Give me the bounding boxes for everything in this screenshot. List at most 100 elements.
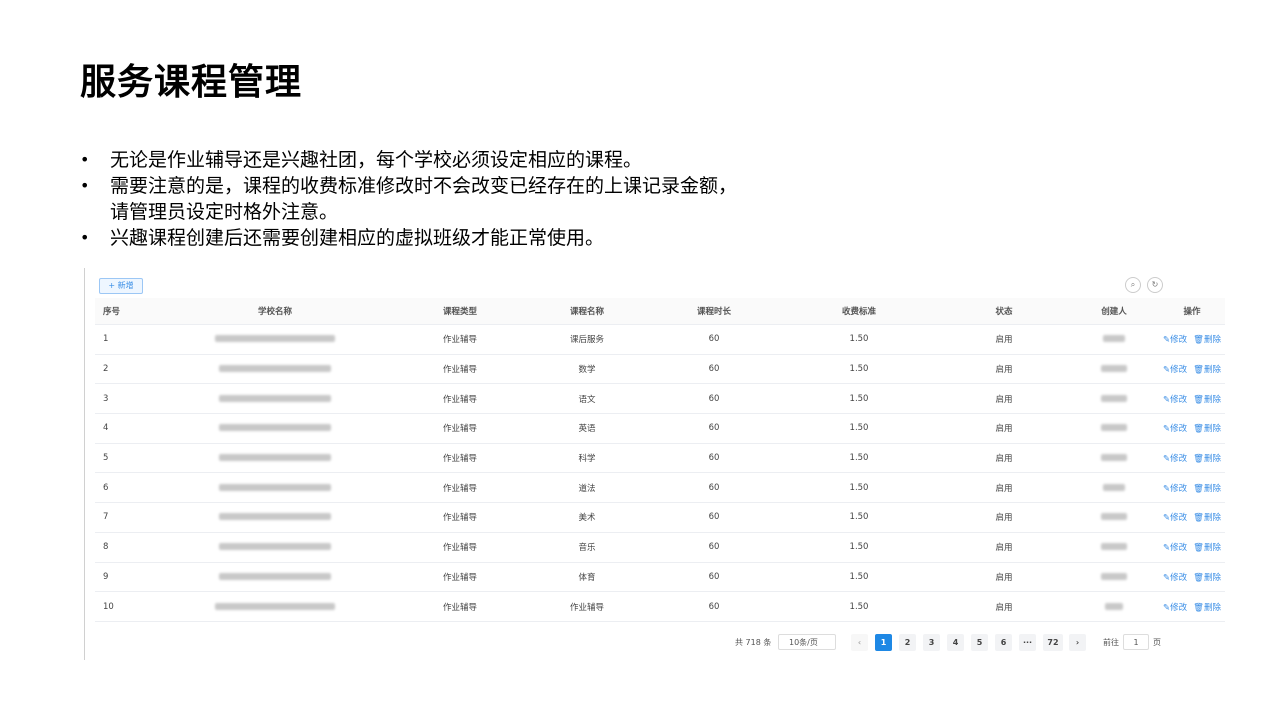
bullet-text: 兴趣课程创建后还需要创建相应的虚拟班级才能正常使用。 (110, 227, 605, 249)
cell-actions: ✎修改 🗑删除 (1159, 591, 1225, 622)
table-row: 6 作业辅导 道法 60 1.50 启用 ✎修改 🗑删除 (95, 472, 1225, 504)
delete-button[interactable]: 🗑删除 (1193, 454, 1221, 464)
page-button[interactable]: 5 (971, 634, 988, 651)
delete-button[interactable]: 🗑删除 (1193, 365, 1221, 375)
cell-duration: 60 (649, 502, 779, 533)
edit-button[interactable]: ✎修改 (1163, 424, 1187, 434)
search-icon[interactable]: ⌕ (1125, 277, 1141, 293)
cell-actions: ✎修改 🗑删除 (1159, 443, 1225, 474)
cell-course-name: 道法 (525, 472, 649, 504)
goto-page-input[interactable]: 1 (1123, 634, 1149, 650)
cell-creator (1069, 562, 1159, 593)
cell-school-name (155, 502, 395, 533)
cell-status: 启用 (939, 354, 1069, 385)
edit-button[interactable]: ✎修改 (1163, 335, 1187, 345)
table-row: 5 作业辅导 科学 60 1.50 启用 ✎修改 🗑删除 (95, 443, 1225, 474)
cell-duration: 60 (649, 324, 779, 355)
delete-button[interactable]: 🗑删除 (1193, 424, 1221, 434)
cell-fee: 1.50 (779, 354, 939, 385)
cell-fee: 1.50 (779, 324, 939, 355)
cell-fee: 1.50 (779, 443, 939, 474)
cell-school-name (155, 532, 395, 563)
cell-course-name: 英语 (525, 413, 649, 444)
page-button[interactable]: 1 (875, 634, 892, 651)
edit-button[interactable]: ✎修改 (1163, 454, 1187, 464)
edit-button[interactable]: ✎修改 (1163, 513, 1187, 523)
cell-creator (1069, 324, 1159, 355)
col-header: 课程类型 (395, 298, 525, 325)
col-header: 状态 (939, 298, 1069, 325)
cell-fee: 1.50 (779, 472, 939, 504)
delete-button[interactable]: 🗑删除 (1193, 573, 1221, 583)
page-button[interactable]: 2 (899, 634, 916, 651)
delete-button[interactable]: 🗑删除 (1193, 484, 1221, 494)
add-button[interactable]: + 新增 (99, 278, 143, 294)
table-header-row: 序号 学校名称 课程类型 课程名称 课程时长 收费标准 状态 创建人 操作 (95, 298, 1225, 325)
page-unit-label: 页 (1153, 638, 1161, 647)
table-row: 10 作业辅导 作业辅导 60 1.50 启用 ✎修改 🗑删除 (95, 591, 1225, 622)
cell-creator (1069, 591, 1159, 622)
cell-school-name (155, 443, 395, 474)
table-toolbar: + 新增 ⌕ ↻ (85, 268, 1167, 302)
cell-course-name: 音乐 (525, 532, 649, 563)
cell-duration: 60 (649, 591, 779, 622)
pagination: 共 718 条 10条/页 ‹ 1 2 3 4 5 6 ··· 72 › 前往 … (85, 634, 1167, 652)
delete-button[interactable]: 🗑删除 (1193, 335, 1221, 345)
cell-status: 启用 (939, 324, 1069, 355)
cell-no: 3 (95, 383, 155, 415)
bullet-item: 兴趣课程创建后还需要创建相应的虚拟班级才能正常使用。 (80, 225, 980, 251)
bullet-text: 需要注意的是，课程的收费标准修改时不会改变已经存在的上课记录金额， (110, 175, 738, 197)
page-size-select[interactable]: 10条/页 (778, 634, 836, 650)
cell-duration: 60 (649, 532, 779, 563)
col-header: 收费标准 (779, 298, 939, 325)
cell-school-name (155, 413, 395, 444)
cell-no: 7 (95, 502, 155, 533)
edit-button[interactable]: ✎修改 (1163, 484, 1187, 494)
edit-button[interactable]: ✎修改 (1163, 603, 1187, 613)
cell-actions: ✎修改 🗑删除 (1159, 502, 1225, 533)
prev-page-button[interactable]: ‹ (851, 634, 868, 651)
delete-button[interactable]: 🗑删除 (1193, 513, 1221, 523)
cell-school-name (155, 591, 395, 622)
course-table-screenshot: + 新增 ⌕ ↻ 序号 学校名称 课程类型 课程名称 课程时长 收费标准 状态 … (84, 268, 1225, 660)
course-table: 序号 学校名称 课程类型 课程名称 课程时长 收费标准 状态 创建人 操作 1 作… (95, 298, 1225, 622)
cell-school-name (155, 324, 395, 355)
cell-no: 1 (95, 324, 155, 355)
cell-status: 启用 (939, 383, 1069, 415)
redacted-text (219, 483, 331, 491)
page-button[interactable]: 72 (1043, 634, 1063, 651)
col-header: 课程时长 (649, 298, 779, 325)
edit-button[interactable]: ✎修改 (1163, 395, 1187, 405)
page-button[interactable]: 4 (947, 634, 964, 651)
bullet-item: 无论是作业辅导还是兴趣社团，每个学校必须设定相应的课程。 (80, 147, 980, 173)
page-title: 服务课程管理 (80, 62, 303, 103)
cell-course-type: 作业辅导 (395, 591, 525, 622)
delete-button[interactable]: 🗑删除 (1193, 395, 1221, 405)
table-row: 3 作业辅导 语文 60 1.50 启用 ✎修改 🗑删除 (95, 383, 1225, 415)
redacted-text (1101, 424, 1127, 432)
cell-school-name (155, 354, 395, 385)
edit-button[interactable]: ✎修改 (1163, 543, 1187, 553)
cell-course-type: 作业辅导 (395, 443, 525, 474)
bullet-list: 无论是作业辅导还是兴趣社团，每个学校必须设定相应的课程。 需要注意的是，课程的收… (80, 147, 980, 251)
table-row: 2 作业辅导 数学 60 1.50 启用 ✎修改 🗑删除 (95, 354, 1225, 385)
cell-course-name: 语文 (525, 383, 649, 415)
redacted-text (219, 572, 331, 580)
cell-actions: ✎修改 🗑删除 (1159, 383, 1225, 415)
col-header: 课程名称 (525, 298, 649, 325)
page-ellipsis[interactable]: ··· (1019, 634, 1036, 651)
delete-button[interactable]: 🗑删除 (1193, 543, 1221, 553)
cell-course-type: 作业辅导 (395, 413, 525, 444)
cell-duration: 60 (649, 413, 779, 444)
page-button[interactable]: 6 (995, 634, 1012, 651)
cell-no: 2 (95, 354, 155, 385)
edit-button[interactable]: ✎修改 (1163, 365, 1187, 375)
edit-button[interactable]: ✎修改 (1163, 573, 1187, 583)
cell-no: 4 (95, 413, 155, 444)
cell-status: 启用 (939, 472, 1069, 504)
page-button[interactable]: 3 (923, 634, 940, 651)
cell-no: 5 (95, 443, 155, 474)
next-page-button[interactable]: › (1069, 634, 1086, 651)
refresh-icon[interactable]: ↻ (1147, 277, 1163, 293)
delete-button[interactable]: 🗑删除 (1193, 603, 1221, 613)
